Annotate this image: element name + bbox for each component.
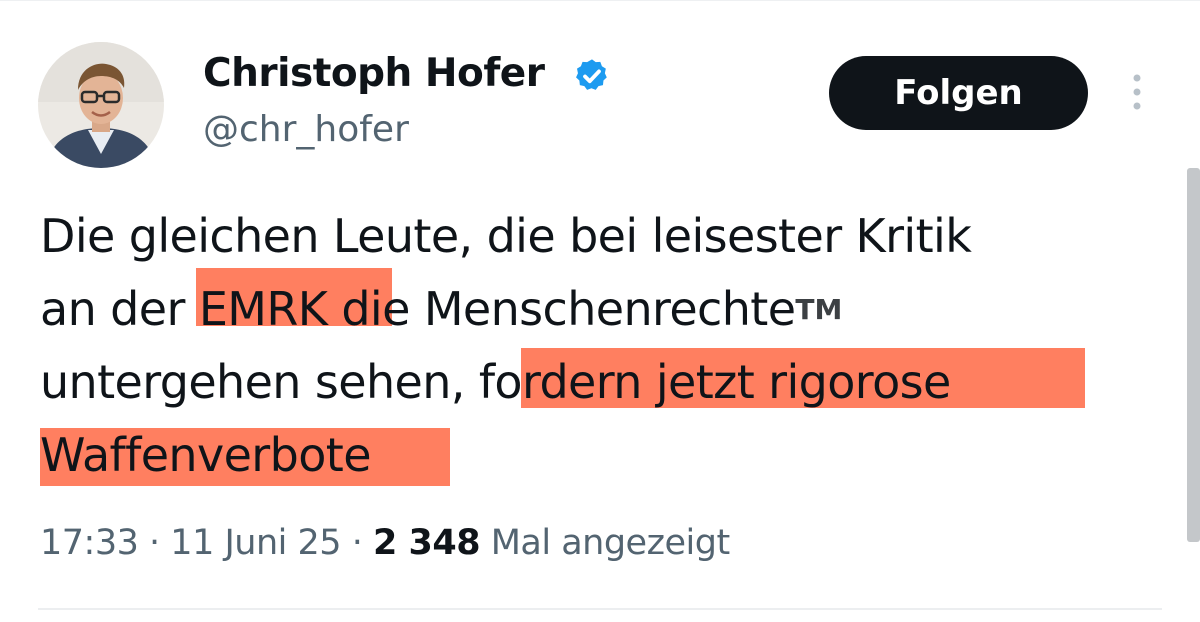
tweet-line-1: Die gleichen Leute, die bei leisester Kr… [40, 209, 972, 263]
tweet-line-4: Waffenverbote [40, 428, 371, 482]
display-name[interactable]: Christoph Hofer [203, 50, 545, 98]
bottom-divider [38, 608, 1162, 610]
more-vertical-icon[interactable] [1124, 72, 1150, 116]
trademark-mark: TM [795, 293, 843, 326]
verified-badge-icon [576, 59, 607, 90]
tweet-line-3: untergehen sehen, fordern jetzt rigorose [40, 346, 951, 419]
follow-button[interactable]: Folgen [829, 56, 1088, 130]
avatar-photo [38, 42, 164, 168]
author-handle[interactable]: @chr_hofer [203, 108, 409, 152]
scrollbar[interactable] [1187, 168, 1200, 542]
highlighted-demand-text: fordern jetzt rigorose [478, 355, 951, 409]
tweet-line-2: an der EMRK die MenschenrechteTM [40, 273, 842, 346]
meta-separator: · [149, 523, 160, 563]
tweet-line-2-prefix: an der [40, 282, 199, 336]
tweet-meta: 17:33 · 11 Juni 25 · 2 348 Mal angezeigt [40, 518, 730, 568]
tweet-line-2-suffix: die Menschenrechte [327, 282, 796, 336]
emrk-text: EMRK [198, 282, 328, 336]
tweet-time[interactable]: 17:33 [40, 523, 139, 563]
meta-separator: · [351, 523, 363, 563]
tweet-line-3-prefix: untergehen sehen, [40, 355, 479, 409]
views-count: 2 348 [372, 523, 481, 563]
tweet-date[interactable]: 11 Juni 25 [170, 523, 341, 563]
views-label: Mal angezeigt [490, 523, 730, 563]
top-divider [0, 0, 1200, 1]
avatar[interactable] [38, 42, 164, 168]
